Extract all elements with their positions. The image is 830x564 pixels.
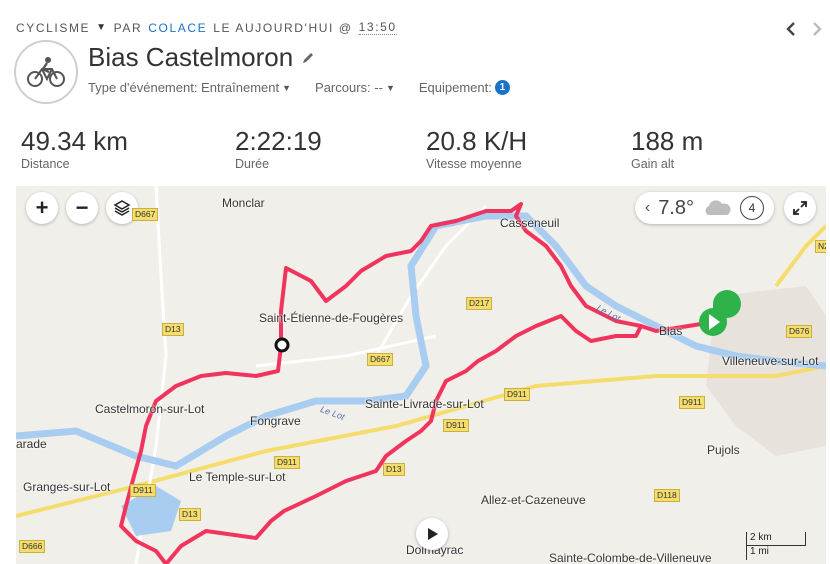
weather-widget[interactable]: ‹ 7.8° 4 [634,192,774,224]
wind-indicator: 4 [740,196,764,220]
scale-km: 2 km [746,532,806,546]
author-link[interactable]: COLACE [148,21,207,35]
course-dropdown[interactable]: Parcours: -- ▼ [315,80,395,95]
road-label: D911 [679,396,705,409]
equipment-count-badge[interactable]: 1 [494,80,510,95]
plus-icon: + [35,195,49,220]
finish-marker[interactable] [274,337,290,353]
place-label: Granges-sur-Lot [23,480,111,494]
play-route-button[interactable] [416,518,448,550]
activity-nav [786,20,822,41]
stat-distance: 49.34 km Distance [21,126,128,171]
road-label: D13 [162,323,184,336]
route-map[interactable]: + − ‹ 7.8° 4 Monclar Casseneuil Saint-Ét… [16,186,826,564]
road-label: N2 [815,240,826,253]
road-label: D911 [274,456,300,469]
play-icon [428,528,438,540]
stat-value: 20.8 K/H [426,126,528,156]
stat-value: 49.34 km [21,126,128,156]
place-label: Allez-et-Cazeneuve [481,493,586,507]
pencil-icon[interactable] [301,51,315,65]
place-label: Saint-Étienne-de-Fougères [259,311,404,325]
road-label: D911 [443,419,469,432]
chevron-left-icon[interactable] [786,20,796,41]
chevron-left-icon[interactable]: ‹ [645,199,650,217]
place-label: Villeneuve-sur-Lot [722,354,819,368]
stats-bar: 49.34 km Distance 2:22:19 Durée 20.8 K/H… [21,126,821,176]
bicycle-icon [14,40,78,104]
stat-label: Vitesse moyenne [426,157,522,171]
stat-avg-speed: 20.8 K/H Vitesse moyenne [426,126,527,171]
cloud-icon [705,200,731,215]
place-label: Pujols [707,443,740,457]
place-label: Sainte-Colombe-de-Villeneuve [549,551,712,564]
place-label: Le Temple-sur-Lot [189,470,286,484]
road-label: D13 [383,463,405,476]
map-canvas [16,186,826,564]
stat-value: 2:22:19 [235,126,322,156]
sport-dropdown-icon[interactable]: ▼ [96,22,108,33]
stat-value: 188 m [631,126,704,156]
road-label: D667 [132,208,159,221]
road-label: D118 [654,489,680,502]
expand-icon [793,201,807,215]
zoom-out-button[interactable]: − [66,192,98,224]
fullscreen-button[interactable] [784,192,816,224]
minus-icon: − [75,195,89,220]
sport-type[interactable]: CYCLISME [16,21,90,35]
road-n21 [774,224,826,288]
road-label: D911 [504,388,530,401]
chevron-right-icon[interactable] [812,20,822,41]
title-row: Bias Castelmoron [88,42,315,73]
place-label: Casseneuil [500,216,560,230]
map-scale: 2 km 1 mi [746,532,806,560]
road-label: D217 [466,297,493,310]
place-label: arade [16,437,47,451]
road-label: D13 [179,508,201,521]
event-type-label: Type d'événement: Entraînement [88,80,280,95]
course-label: Parcours: -- [315,80,383,95]
road-label: D666 [19,540,46,553]
place-label: Castelmoron-sur-Lot [95,402,205,416]
stat-label: Gain alt [631,157,675,171]
place-label: Monclar [222,196,265,210]
road-label: D676 [786,325,813,338]
equipment-label: Equipement: [418,80,492,95]
stat-label: Durée [235,157,270,171]
place-label: Fongrave [250,414,301,428]
activity-time[interactable]: 13:50 [358,20,397,35]
place-label: Bias [659,324,683,338]
place-label: Sainte-Livrade-sur-Lot [365,397,484,411]
scale-mi: 1 mi [746,546,806,560]
by-label: PAR [113,20,143,35]
activity-header: CYCLISME ▼ PAR COLACE LE AUJOURD'HUI @ 1… [16,20,397,35]
layers-icon [113,200,131,216]
caret-down-icon: ▼ [385,82,395,93]
stat-duration: 2:22:19 Durée [235,126,322,171]
stat-label: Distance [21,157,70,171]
equipment-item[interactable]: Equipement: 1 [419,80,510,95]
road-label: D911 [130,484,156,497]
stat-elevation-gain: 188 m Gain alt [631,126,703,171]
caret-down-icon: ▼ [282,82,292,93]
weather-temperature: 7.8° [658,196,694,219]
activity-title[interactable]: Bias Castelmoron [88,42,293,73]
event-type-dropdown[interactable]: Type d'événement: Entraînement ▼ [88,80,291,95]
activity-meta: Type d'événement: Entraînement ▼ Parcour… [88,80,510,95]
date-prefix: LE AUJOURD'HUI @ [213,20,353,35]
zoom-in-button[interactable]: + [26,192,58,224]
road-label: D667 [367,353,394,366]
